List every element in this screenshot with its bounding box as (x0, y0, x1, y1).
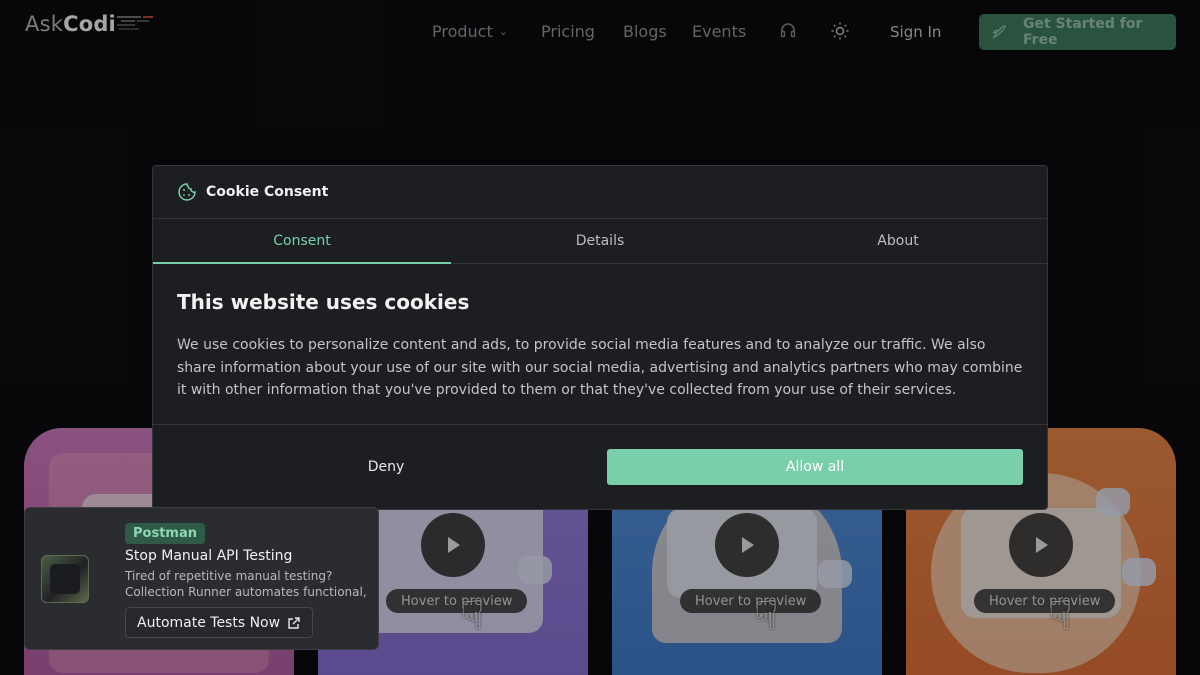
dialog-title: Cookie Consent (206, 184, 329, 200)
cookie-heading: This website uses cookies (177, 290, 470, 314)
ad-description-line: Tired of repetitive manual testing? (125, 569, 333, 583)
ad-description-line: Collection Runner automates functional, (125, 585, 367, 599)
cookie-icon (178, 183, 196, 201)
automate-tests-label: Automate Tests Now (137, 614, 281, 631)
sponsored-ad: Postman Stop Manual API Testing Tired of… (24, 507, 379, 650)
automate-tests-button[interactable]: Automate Tests Now (125, 607, 314, 638)
dialog-footer: Deny Allow all (153, 425, 1047, 509)
dialog-header: Cookie Consent (153, 166, 1047, 219)
dialog-tabs: Consent Details About (153, 219, 1047, 264)
tab-about[interactable]: About (749, 219, 1047, 263)
external-link-icon (288, 616, 300, 629)
cookie-consent-dialog: Cookie Consent Consent Details About Thi… (152, 165, 1048, 510)
ad-description: Tired of repetitive manual testing? Coll… (125, 568, 375, 600)
ad-thumbnail (41, 555, 89, 603)
ad-sponsor-badge: Postman (125, 523, 205, 544)
tab-consent[interactable]: Consent (153, 219, 451, 264)
ad-title: Stop Manual API Testing (125, 548, 293, 564)
tab-details[interactable]: Details (451, 219, 749, 263)
dialog-body: This website uses cookies We use cookies… (153, 264, 1047, 425)
allow-all-button[interactable]: Allow all (607, 449, 1023, 485)
deny-button[interactable]: Deny (177, 449, 595, 485)
cookie-description: We use cookies to personalize content an… (177, 337, 1023, 398)
